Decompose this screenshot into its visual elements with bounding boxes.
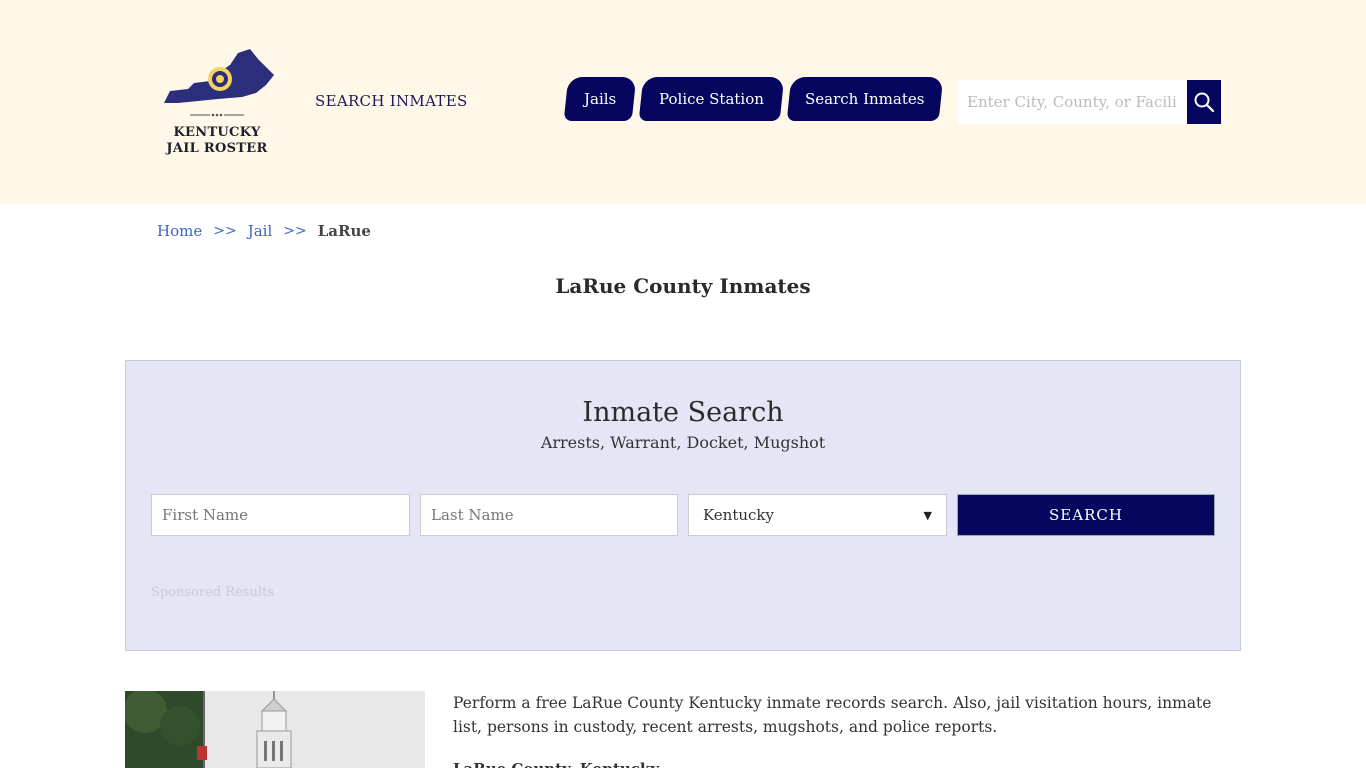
facility-search-input[interactable] (957, 80, 1187, 124)
nav-tab-jails-label: Jails (583, 90, 617, 108)
site-logo[interactable]: KENTUCKY JAIL ROSTER (158, 45, 276, 163)
breadcrumb: Home >> Jail >> LaRue (157, 222, 371, 240)
breadcrumb-home[interactable]: Home (157, 222, 202, 240)
site-header: KENTUCKY JAIL ROSTER SEARCH INMATES Jail… (0, 0, 1366, 204)
breadcrumb-separator: >> (213, 223, 237, 239)
courthouse-photo (125, 691, 425, 768)
sponsored-results-label: Sponsored Results (151, 585, 274, 600)
state-select-value: Kentucky (703, 506, 774, 524)
panel-subtitle: Arrests, Warrant, Docket, Mugshot (540, 433, 826, 452)
nav-tab-police-station-label: Police Station (659, 90, 764, 108)
logo-line-2: JAIL ROSTER (166, 141, 268, 156)
nav-tab-search-inmates[interactable]: Search Inmates (786, 77, 944, 121)
breadcrumb-current: LaRue (317, 222, 371, 240)
courthouse-image (125, 691, 425, 768)
logo-text: KENTUCKY JAIL ROSTER (158, 125, 276, 157)
nav-tab-police-station[interactable]: Police Station (638, 77, 785, 121)
state-select[interactable]: Kentucky ▼ (688, 494, 947, 536)
search-button[interactable]: SEARCH (957, 494, 1215, 536)
panel-title: Inmate Search (582, 397, 784, 428)
nav-tab-jails[interactable]: Jails (563, 77, 637, 121)
search-inmates-link[interactable]: SEARCH INMATES (315, 92, 468, 110)
logo-line-1: KENTUCKY (173, 125, 261, 140)
chevron-down-icon: ▼ (923, 508, 932, 522)
last-name-input[interactable] (420, 494, 678, 536)
section-subheading: LaRue County, Kentucky (453, 760, 659, 768)
search-icon (1194, 92, 1215, 113)
page-title: LaRue County Inmates (555, 274, 811, 298)
breadcrumb-jail[interactable]: Jail (248, 222, 273, 240)
first-name-input[interactable] (151, 494, 410, 536)
kentucky-state-icon (164, 49, 274, 117)
breadcrumb-separator: >> (283, 223, 307, 239)
intro-text: Perform a free LaRue County Kentucky inm… (453, 694, 1212, 736)
inmate-search-panel: Inmate Search Arrests, Warrant, Docket, … (125, 360, 1241, 651)
facility-search-button[interactable] (1187, 80, 1221, 124)
nav-tab-search-inmates-label: Search Inmates (805, 90, 925, 108)
